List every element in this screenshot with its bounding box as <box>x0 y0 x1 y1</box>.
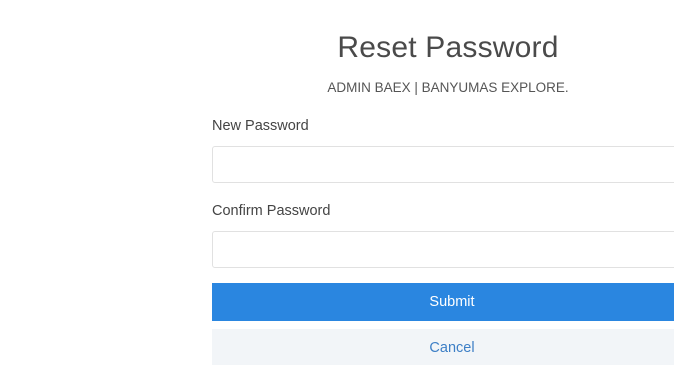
new-password-label: New Password <box>212 118 309 134</box>
cancel-button[interactable]: Cancel <box>212 329 674 365</box>
reset-password-page: Reset Password ADMIN BAEX | BANYUMAS EXP… <box>0 0 674 365</box>
confirm-password-label: Confirm Password <box>212 203 331 219</box>
page-title: Reset Password <box>337 31 559 64</box>
confirm-password-field[interactable] <box>212 231 674 268</box>
submit-button[interactable]: Submit <box>212 283 674 321</box>
page-subtitle: ADMIN BAEX | BANYUMAS EXPLORE. <box>327 80 569 95</box>
new-password-field[interactable] <box>212 146 674 183</box>
